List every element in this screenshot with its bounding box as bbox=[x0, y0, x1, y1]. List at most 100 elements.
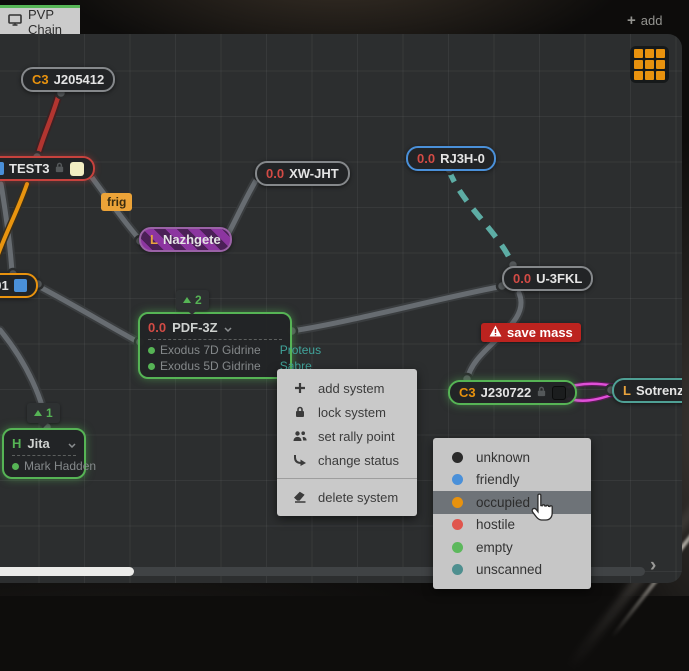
tab-pvp-chain[interactable]: PVP Chain bbox=[0, 5, 80, 35]
status-submenu: unknown friendly occupied hostile empty … bbox=[433, 438, 591, 589]
system-name: J205412 bbox=[54, 72, 105, 87]
status-item-hostile[interactable]: hostile bbox=[433, 514, 591, 537]
save-mass-badge: save mass bbox=[481, 323, 581, 342]
triangle-up-icon bbox=[34, 410, 42, 416]
system-name: 801 bbox=[0, 278, 9, 293]
security-status: 0.0 bbox=[513, 271, 531, 286]
status-square bbox=[14, 279, 27, 292]
status-dot-icon bbox=[452, 474, 463, 485]
system-class: L bbox=[150, 232, 158, 247]
system-node-xw-jht[interactable]: 0.0 XW-JHT bbox=[255, 161, 350, 186]
plus-icon: + bbox=[627, 12, 636, 29]
pilot-dot-icon bbox=[148, 347, 155, 354]
system-name: Nazhgete bbox=[163, 232, 221, 247]
status-dot-icon bbox=[452, 452, 463, 463]
status-dot-icon bbox=[452, 564, 463, 575]
pilot-name: Exodus 5D Gidrine bbox=[160, 359, 261, 373]
status-dot-icon bbox=[452, 542, 463, 553]
chevron-down-icon[interactable] bbox=[224, 320, 232, 335]
system-class: L bbox=[623, 383, 631, 398]
system-name: J230722 bbox=[481, 385, 532, 400]
system-node-nazhgete[interactable]: L Nazhgete bbox=[139, 227, 232, 252]
status-item-unknown[interactable]: unknown bbox=[433, 446, 591, 469]
add-label: add bbox=[641, 13, 663, 28]
system-name: Sotrenz bbox=[636, 383, 682, 398]
lock-icon bbox=[54, 161, 65, 176]
menu-item-label: add system bbox=[318, 381, 384, 396]
system-name: TEST3 bbox=[9, 161, 49, 176]
menu-item-change-status[interactable]: change status bbox=[277, 448, 417, 472]
layout-grid-icon[interactable] bbox=[630, 46, 669, 83]
system-name: PDF-3Z bbox=[172, 320, 218, 335]
pilot-name: Exodus 7D Gidrine bbox=[160, 343, 261, 357]
chevron-down-icon[interactable] bbox=[68, 436, 76, 451]
system-class: H bbox=[12, 436, 21, 451]
pilot-ship: Proteus bbox=[266, 343, 321, 357]
pilot-row: Exodus 5D Gidrine Sabre bbox=[148, 358, 282, 374]
menu-item-label: lock system bbox=[318, 405, 386, 420]
status-item-unscanned[interactable]: unscanned bbox=[433, 559, 591, 582]
menu-separator bbox=[277, 478, 417, 479]
status-item-occupied[interactable]: occupied bbox=[433, 491, 591, 514]
system-node-pdf-3z[interactable]: 0.0 PDF-3Z Exodus 7D Gidrine Proteus Exo… bbox=[138, 312, 292, 379]
menu-item-label: set rally point bbox=[318, 429, 395, 444]
system-node-rj3h-0[interactable]: 0.0 RJ3H-0 bbox=[406, 146, 496, 171]
menu-item-label: delete system bbox=[318, 490, 398, 505]
system-class: C3 bbox=[32, 72, 49, 87]
menu-item-delete-system[interactable]: delete system bbox=[277, 485, 417, 509]
status-dot-icon bbox=[452, 519, 463, 530]
lock-icon bbox=[292, 406, 307, 418]
system-node-jita[interactable]: H Jita Mark Hadden bbox=[2, 428, 86, 479]
system-name: RJ3H-0 bbox=[440, 151, 485, 166]
pilot-row: Exodus 7D Gidrine Proteus bbox=[148, 342, 282, 358]
system-node-801[interactable]: 801 bbox=[0, 273, 38, 298]
pilot-name: Mark Hadden bbox=[24, 459, 96, 473]
security-status: 0.0 bbox=[417, 151, 435, 166]
pilot-count: 1 bbox=[46, 406, 53, 420]
arrow-icon bbox=[292, 454, 307, 466]
menu-item-add-system[interactable]: add system bbox=[277, 376, 417, 400]
chevron-right-icon[interactable]: › bbox=[650, 555, 656, 577]
status-square bbox=[0, 162, 4, 175]
system-node-sotrenz[interactable]: L Sotrenz bbox=[612, 378, 682, 403]
menu-item-lock-system[interactable]: lock system bbox=[277, 400, 417, 424]
status-label: friendly bbox=[476, 472, 520, 487]
system-name: U-3FKL bbox=[536, 271, 582, 286]
system-node-j230722[interactable]: C3 J230722 bbox=[448, 380, 577, 405]
plus-icon bbox=[292, 382, 307, 394]
save-mass-label: save mass bbox=[507, 325, 573, 340]
pilot-count-badge: 1 bbox=[27, 403, 60, 423]
security-status: 0.0 bbox=[148, 320, 166, 335]
context-menu: add system lock system set rally point c… bbox=[277, 369, 417, 516]
status-dot-icon bbox=[452, 497, 463, 508]
system-node-j205412[interactable]: C3 J205412 bbox=[21, 67, 115, 92]
pilot-dot-icon bbox=[148, 363, 155, 370]
triangle-up-icon bbox=[183, 297, 191, 303]
pilot-dot-icon bbox=[12, 463, 19, 470]
pilot-count: 2 bbox=[195, 293, 202, 307]
system-name: XW-JHT bbox=[289, 166, 339, 181]
monitor-icon bbox=[8, 14, 22, 29]
status-square bbox=[552, 386, 566, 400]
add-map-button[interactable]: + add bbox=[627, 12, 662, 29]
status-label: unscanned bbox=[476, 562, 542, 577]
wormhole-size-badge: frig bbox=[101, 193, 132, 211]
scrollbar-thumb[interactable] bbox=[0, 567, 134, 576]
security-status: 0.0 bbox=[266, 166, 284, 181]
system-node-test3[interactable]: TEST3 bbox=[0, 156, 95, 181]
tab-label: PVP Chain bbox=[28, 7, 72, 37]
warning-icon bbox=[489, 325, 502, 340]
system-node-u-3fkl[interactable]: 0.0 U-3FKL bbox=[502, 266, 593, 291]
status-label: hostile bbox=[476, 517, 515, 532]
menu-item-label: change status bbox=[318, 453, 399, 468]
system-class: C3 bbox=[459, 385, 476, 400]
pilot-count-badge: 2 bbox=[176, 290, 209, 310]
menu-item-set-rally-point[interactable]: set rally point bbox=[277, 424, 417, 448]
eraser-icon bbox=[292, 491, 307, 503]
hand-cursor-icon bbox=[527, 493, 557, 525]
status-label: unknown bbox=[476, 450, 530, 465]
system-name: Jita bbox=[27, 436, 49, 451]
status-item-friendly[interactable]: friendly bbox=[433, 469, 591, 492]
status-label: empty bbox=[476, 540, 513, 555]
status-item-empty[interactable]: empty bbox=[433, 536, 591, 559]
